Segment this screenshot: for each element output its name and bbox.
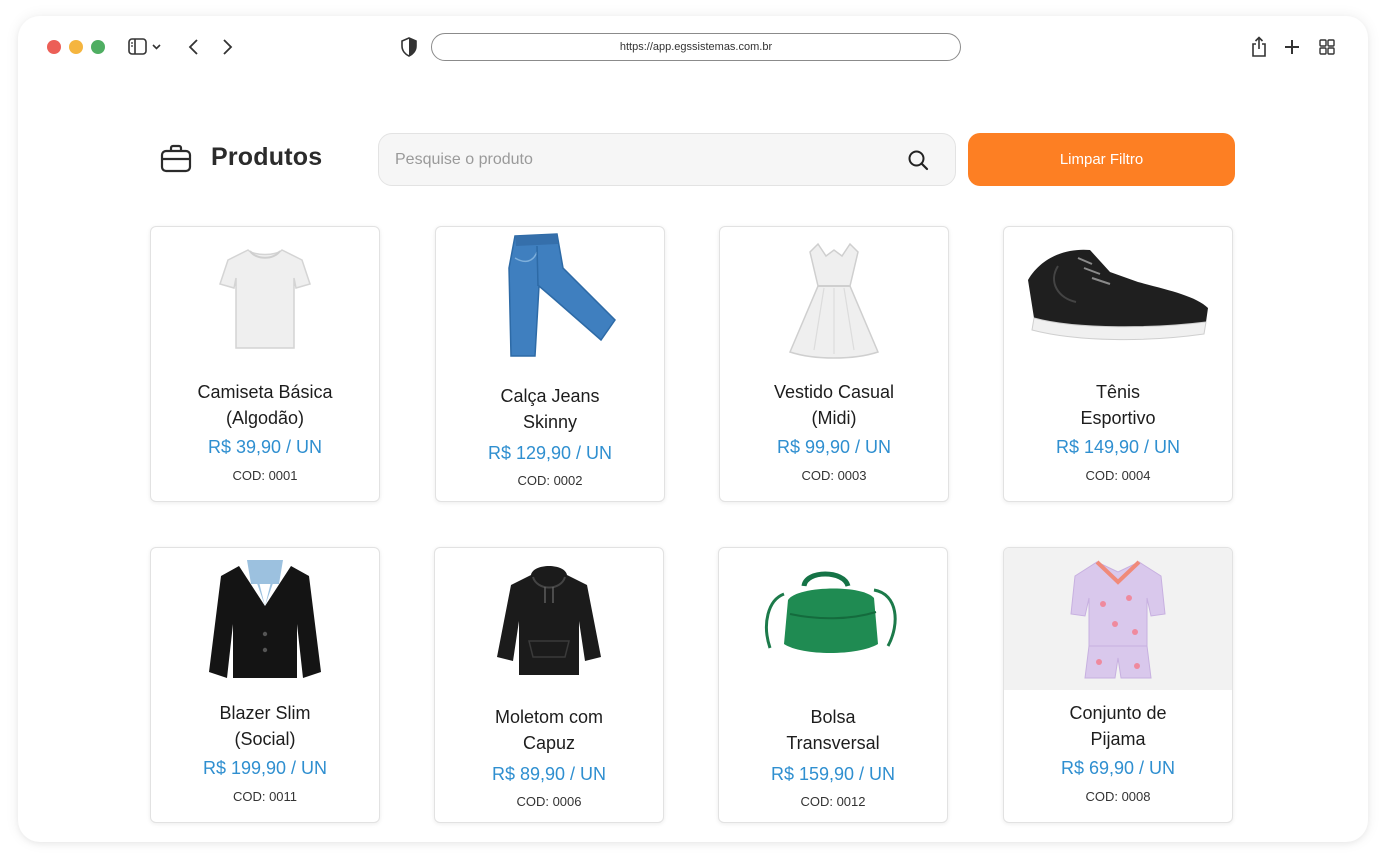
- product-card[interactable]: Conjunto de Pijama R$ 69,90 / UN COD: 000…: [1003, 547, 1233, 823]
- tshirt-icon: [151, 227, 379, 369]
- product-code: COD: 0001: [232, 468, 298, 483]
- search-input[interactable]: [395, 134, 895, 185]
- handbag-icon: [719, 548, 947, 690]
- product-code: COD: 0011: [232, 789, 298, 804]
- blazer-icon: [151, 548, 379, 690]
- product-name: Blazer Slim (Social): [219, 703, 311, 749]
- page-title: Produtos: [211, 143, 323, 171]
- product-card[interactable]: Blazer Slim (Social) R$ 199,90 / UN COD: …: [150, 547, 380, 823]
- product-price: R$ 199,90 / UN: [202, 758, 328, 778]
- product-name: Moletom com Capuz: [494, 707, 604, 753]
- product-name: Conjunto de Pijama: [1069, 703, 1167, 749]
- maximize-window-button[interactable]: [91, 40, 105, 54]
- product-price: R$ 89,90 / UN: [491, 764, 607, 784]
- product-code: COD: 0006: [516, 794, 582, 809]
- product-card[interactable]: Moletom com Capuz R$ 89,90 / UN COD: 0006: [434, 547, 664, 823]
- search-box: [378, 133, 956, 186]
- browser-toolbar: https://app.egssistemas.com.br: [18, 16, 1368, 80]
- product-name: Tênis Esportivo: [1080, 382, 1156, 428]
- product-card[interactable]: Tênis Esportivo R$ 149,90 / UN COD: 0004: [1003, 226, 1233, 502]
- briefcase-icon: [159, 142, 193, 176]
- product-name: Camiseta Básica (Algodão): [197, 382, 333, 428]
- product-price: R$ 159,90 / UN: [770, 764, 896, 784]
- search-icon[interactable]: [907, 149, 929, 171]
- jeans-icon: [436, 227, 664, 369]
- product-card[interactable]: Bolsa Transversal R$ 159,90 / UN COD: 001…: [718, 547, 948, 823]
- hoodie-icon: [435, 548, 663, 690]
- pajama-icon: [1004, 548, 1232, 690]
- tab-overview-icon[interactable]: [1317, 36, 1337, 58]
- product-code: COD: 0002: [517, 473, 583, 488]
- product-price: R$ 99,90 / UN: [776, 437, 892, 457]
- product-price: R$ 39,90 / UN: [207, 437, 323, 457]
- browser-window: https://app.egssistemas.com.br Produtos …: [18, 16, 1368, 842]
- product-name: Bolsa Transversal: [786, 707, 880, 753]
- product-card[interactable]: Camiseta Básica (Algodão) R$ 39,90 / UN C…: [150, 226, 380, 502]
- close-window-button[interactable]: [47, 40, 61, 54]
- product-code: COD: 0008: [1085, 789, 1151, 804]
- product-code: COD: 0004: [1085, 468, 1151, 483]
- plus-icon[interactable]: [1282, 36, 1302, 58]
- product-name: Vestido Casual (Midi): [773, 382, 895, 428]
- product-code: COD: 0003: [801, 468, 867, 483]
- sidebar-toggle-icon[interactable]: [128, 36, 168, 58]
- back-arrow-icon[interactable]: [184, 36, 204, 58]
- sneaker-icon: [1004, 227, 1232, 369]
- forward-arrow-icon[interactable]: [217, 36, 237, 58]
- product-price: R$ 129,90 / UN: [487, 443, 613, 463]
- product-price: R$ 149,90 / UN: [1055, 437, 1181, 457]
- shield-icon: [398, 36, 420, 58]
- product-price: R$ 69,90 / UN: [1060, 758, 1176, 778]
- dress-icon: [720, 227, 948, 369]
- product-name: Calça Jeans Skinny: [500, 386, 600, 432]
- share-icon[interactable]: [1249, 36, 1269, 58]
- product-card[interactable]: Calça Jeans Skinny R$ 129,90 / UN COD: 00…: [435, 226, 665, 502]
- product-card[interactable]: Vestido Casual (Midi) R$ 99,90 / UN COD: …: [719, 226, 949, 502]
- minimize-window-button[interactable]: [69, 40, 83, 54]
- address-bar[interactable]: https://app.egssistemas.com.br: [431, 33, 961, 61]
- product-code: COD: 0012: [800, 794, 866, 809]
- clear-filter-button[interactable]: Limpar Filtro: [968, 133, 1235, 186]
